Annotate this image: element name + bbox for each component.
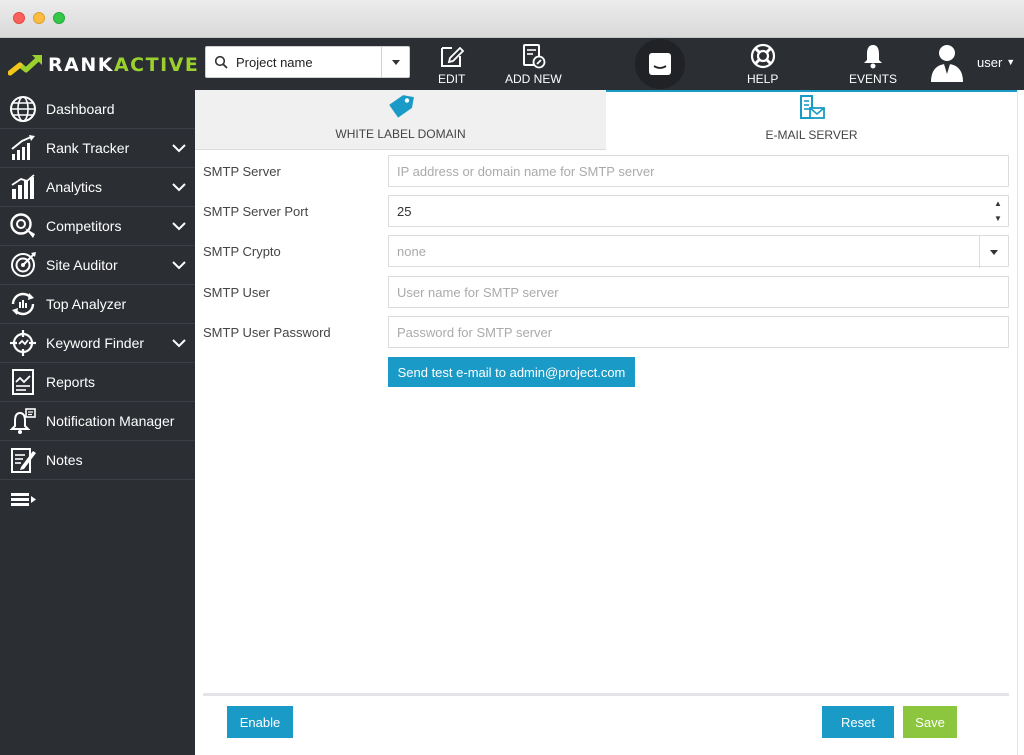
reset-button[interactable]: Reset [822, 706, 894, 738]
content-scrollbar-track [1017, 90, 1018, 755]
logo-text: RANKACTIVE [48, 54, 200, 76]
sidebar-item-dashboard[interactable]: Dashboard [0, 90, 195, 129]
mail-server-icon [799, 95, 825, 119]
notes-icon [0, 446, 46, 474]
sidebar-item-keyword-finder[interactable]: Keyword Finder [0, 324, 195, 363]
tag-icon [388, 95, 414, 118]
smtp-port-row: SMTP Server Port ▲▼ [203, 195, 1009, 227]
smtp-server-row: SMTP Server [203, 155, 1009, 187]
bell-icon [0, 407, 46, 435]
search-icon [206, 55, 236, 69]
help-button[interactable]: HELP [747, 43, 778, 86]
project-select[interactable]: Project name [205, 46, 410, 78]
chevron-down-icon[interactable] [172, 258, 186, 272]
chevron-down-icon[interactable] [172, 141, 186, 155]
logo-arrow-icon [8, 55, 42, 76]
send-test-email-button[interactable]: Send test e-mail to admin@project.com [388, 357, 635, 387]
stepper-up-icon[interactable]: ▲ [994, 199, 1002, 208]
smtp-crypto-select[interactable]: none [388, 235, 1009, 268]
edit-button[interactable]: EDIT [438, 43, 465, 86]
port-stepper[interactable]: ▲ ▼ [993, 199, 1003, 223]
smtp-server-input[interactable] [388, 155, 1009, 187]
edit-icon [440, 46, 464, 67]
top-bar: RANKACTIVE Project name EDIT ADD NEW HEL… [0, 38, 1024, 90]
chevron-down-icon[interactable] [172, 219, 186, 233]
settings-tabs: WHITE LABEL DOMAIN E-MAIL SERVER [195, 90, 1017, 150]
sidebar: Dashboard Rank Tracker Analytics Competi… [0, 90, 195, 755]
main-content: WHITE LABEL DOMAIN E-MAIL SERVER SMTP Se… [195, 90, 1024, 755]
reports-icon [0, 368, 46, 396]
maximize-window-button[interactable] [53, 12, 65, 24]
project-select-value: Project name [236, 54, 313, 70]
smtp-password-row: SMTP User Password [203, 316, 1009, 348]
chevron-down-icon: ▼ [1006, 57, 1016, 67]
chevron-down-icon[interactable] [381, 47, 409, 77]
smtp-crypto-value: none [397, 243, 426, 259]
enable-button[interactable]: Enable [227, 706, 293, 738]
chevron-down-icon[interactable] [172, 336, 186, 350]
minimize-window-button[interactable] [33, 12, 45, 24]
chat-button[interactable] [635, 39, 685, 89]
sidebar-item-analytics[interactable]: Analytics [0, 168, 195, 207]
crosshair-icon [0, 329, 46, 357]
user-menu[interactable]: user ▼ [930, 42, 1015, 82]
stepper-down-icon[interactable]: ▼ [994, 214, 1002, 223]
tab-white-label-domain[interactable]: WHITE LABEL DOMAIN [195, 90, 606, 150]
add-new-button[interactable]: ADD NEW [505, 43, 562, 86]
chevron-down-icon[interactable] [172, 180, 186, 194]
bell-icon [864, 45, 882, 69]
analyzer-icon [0, 290, 46, 318]
sidebar-collapse-toggle[interactable] [0, 480, 195, 519]
sidebar-item-top-analyzer[interactable]: Top Analyzer [0, 285, 195, 324]
rank-chart-icon [0, 134, 46, 162]
rankactive-logo[interactable]: RANKACTIVE [8, 51, 199, 79]
auditor-icon [0, 251, 46, 279]
smtp-password-input[interactable] [388, 316, 1009, 348]
chat-icon [649, 53, 671, 75]
sidebar-item-competitors[interactable]: Competitors [0, 207, 195, 246]
globe-icon [0, 95, 46, 123]
smtp-crypto-row: SMTP Crypto none [203, 235, 1009, 268]
smtp-user-row: SMTP User [203, 276, 1009, 308]
tab-e-mail-server[interactable]: E-MAIL SERVER [606, 90, 1017, 150]
events-button[interactable]: EVENTS [849, 43, 897, 86]
competitors-icon [0, 212, 46, 240]
avatar-icon [931, 45, 963, 82]
save-button[interactable]: Save [903, 706, 957, 738]
smtp-port-input[interactable] [388, 195, 1009, 227]
collapse-menu-icon [0, 486, 46, 514]
smtp-user-input[interactable] [388, 276, 1009, 308]
sidebar-item-notification-manager[interactable]: Notification Manager [0, 402, 195, 441]
sidebar-item-reports[interactable]: Reports [0, 363, 195, 402]
close-window-button[interactable] [13, 12, 25, 24]
sidebar-item-notes[interactable]: Notes [0, 441, 195, 480]
footer-divider [203, 693, 1009, 696]
add-document-icon [523, 44, 546, 69]
sidebar-item-rank-tracker[interactable]: Rank Tracker [0, 129, 195, 168]
chevron-down-icon[interactable] [979, 236, 1008, 268]
analytics-icon [0, 173, 46, 201]
sidebar-item-site-auditor[interactable]: Site Auditor [0, 246, 195, 285]
window-titlebar [0, 0, 1024, 38]
lifebuoy-icon [750, 43, 775, 69]
